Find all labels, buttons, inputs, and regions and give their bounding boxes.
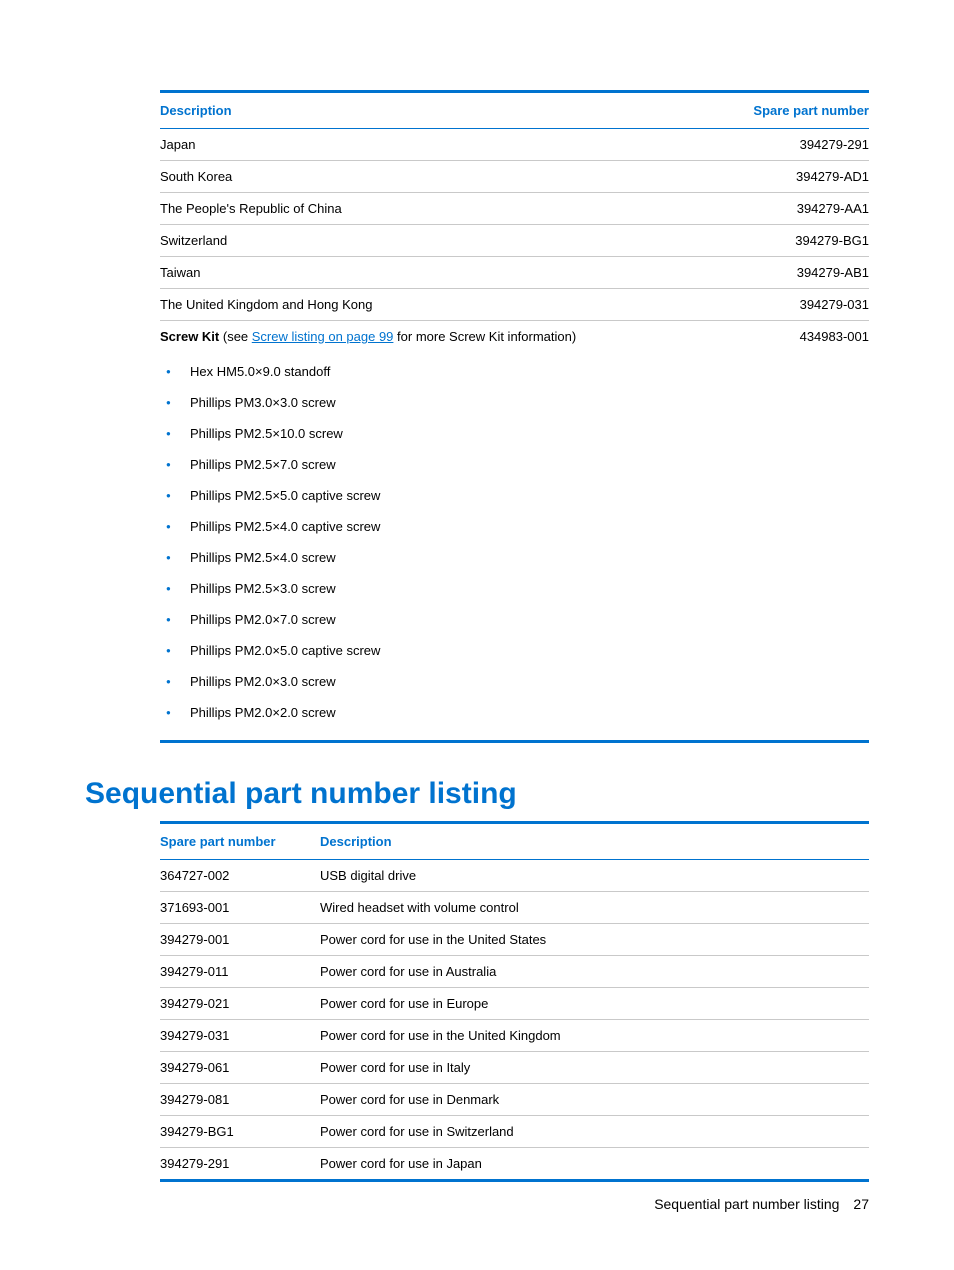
table-row: Japan394279-291	[160, 129, 869, 161]
cell-part: 394279-AD1	[715, 161, 869, 193]
cell-desc: The People's Republic of China	[160, 193, 715, 225]
table-row: 394279-021Power cord for use in Europe	[160, 988, 869, 1020]
table-row: 394279-291Power cord for use in Japan	[160, 1148, 869, 1181]
cell-desc: The United Kingdom and Hong Kong	[160, 289, 715, 321]
list-item: Phillips PM3.0×3.0 screw	[190, 387, 869, 418]
list-item: Phillips PM2.0×2.0 screw	[190, 697, 869, 728]
table-row: 371693-001Wired headset with volume cont…	[160, 892, 869, 924]
screw-kit-link[interactable]: Screw listing on page 99	[252, 329, 394, 344]
screw-bullet-list: Hex HM5.0×9.0 standoff Phillips PM3.0×3.…	[160, 352, 869, 740]
cell-part: 394279-291	[160, 1148, 320, 1181]
cell-part: 394279-001	[160, 924, 320, 956]
list-item: Phillips PM2.5×4.0 captive screw	[190, 511, 869, 542]
cell-desc: Power cord for use in Europe	[320, 988, 869, 1020]
list-item: Phillips PM2.0×3.0 screw	[190, 666, 869, 697]
cell-part: 394279-291	[715, 129, 869, 161]
table-row: 394279-061Power cord for use in Italy	[160, 1052, 869, 1084]
table-row: 364727-002USB digital drive	[160, 860, 869, 892]
list-item: Phillips PM2.5×5.0 captive screw	[190, 480, 869, 511]
table-row: 394279-001Power cord for use in the Unit…	[160, 924, 869, 956]
page-footer: Sequential part number listing 27	[654, 1196, 869, 1212]
table2-header-part: Spare part number	[160, 823, 320, 860]
table-row: 394279-BG1Power cord for use in Switzerl…	[160, 1116, 869, 1148]
cell-desc: Power cord for use in Switzerland	[320, 1116, 869, 1148]
table-row: South Korea394279-AD1	[160, 161, 869, 193]
table-row: The United Kingdom and Hong Kong394279-0…	[160, 289, 869, 321]
screw-kit-desc: Screw Kit (see Screw listing on page 99 …	[160, 321, 715, 353]
table1-header-desc: Description	[160, 92, 715, 129]
table1-header-part: Spare part number	[715, 92, 869, 129]
table-row: Switzerland394279-BG1	[160, 225, 869, 257]
cell-part: 394279-AB1	[715, 257, 869, 289]
list-item: Phillips PM2.5×7.0 screw	[190, 449, 869, 480]
table-row: 394279-081Power cord for use in Denmark	[160, 1084, 869, 1116]
list-item: Phillips PM2.5×3.0 screw	[190, 573, 869, 604]
screw-kit-label: Screw Kit	[160, 329, 219, 344]
list-item: Phillips PM2.5×4.0 screw	[190, 542, 869, 573]
parts-table-2: Spare part number Description 364727-002…	[160, 821, 869, 1182]
cell-desc: USB digital drive	[320, 860, 869, 892]
parts-table-1: Description Spare part number Japan39427…	[160, 90, 869, 743]
cell-part: 364727-002	[160, 860, 320, 892]
section-heading: Sequential part number listing	[85, 777, 869, 811]
cell-desc: Power cord for use in Japan	[320, 1148, 869, 1181]
screw-bullets-row: Hex HM5.0×9.0 standoff Phillips PM3.0×3.…	[160, 352, 869, 742]
footer-page-number: 27	[853, 1196, 869, 1212]
screw-kit-part: 434983-001	[715, 321, 869, 353]
cell-desc: Power cord for use in Australia	[320, 956, 869, 988]
cell-part: 394279-BG1	[160, 1116, 320, 1148]
table1-header-row: Description Spare part number	[160, 92, 869, 129]
cell-desc: Switzerland	[160, 225, 715, 257]
cell-desc: Power cord for use in the United Kingdom	[320, 1020, 869, 1052]
list-item: Phillips PM2.0×7.0 screw	[190, 604, 869, 635]
cell-desc: Wired headset with volume control	[320, 892, 869, 924]
cell-part: 394279-081	[160, 1084, 320, 1116]
table-row: 394279-011Power cord for use in Australi…	[160, 956, 869, 988]
list-item: Phillips PM2.5×10.0 screw	[190, 418, 869, 449]
cell-part: 394279-021	[160, 988, 320, 1020]
screw-kit-after: for more Screw Kit information)	[393, 329, 576, 344]
cell-desc: Japan	[160, 129, 715, 161]
cell-part: 394279-011	[160, 956, 320, 988]
cell-part: 394279-061	[160, 1052, 320, 1084]
cell-part: 394279-031	[715, 289, 869, 321]
table2-header-desc: Description	[320, 823, 869, 860]
table-row: 394279-031Power cord for use in the Unit…	[160, 1020, 869, 1052]
list-item: Phillips PM2.0×5.0 captive screw	[190, 635, 869, 666]
cell-desc: South Korea	[160, 161, 715, 193]
cell-part: 394279-BG1	[715, 225, 869, 257]
cell-desc: Power cord for use in Italy	[320, 1052, 869, 1084]
cell-part: 394279-AA1	[715, 193, 869, 225]
footer-text: Sequential part number listing	[654, 1196, 839, 1212]
cell-desc: Power cord for use in Denmark	[320, 1084, 869, 1116]
screw-kit-row: Screw Kit (see Screw listing on page 99 …	[160, 321, 869, 353]
table2-header-row: Spare part number Description	[160, 823, 869, 860]
table-row: The People's Republic of China394279-AA1	[160, 193, 869, 225]
cell-part: 371693-001	[160, 892, 320, 924]
list-item: Hex HM5.0×9.0 standoff	[190, 356, 869, 387]
cell-part: 394279-031	[160, 1020, 320, 1052]
cell-desc: Power cord for use in the United States	[320, 924, 869, 956]
screw-kit-see: (see	[219, 329, 252, 344]
table-row: Taiwan394279-AB1	[160, 257, 869, 289]
cell-desc: Taiwan	[160, 257, 715, 289]
